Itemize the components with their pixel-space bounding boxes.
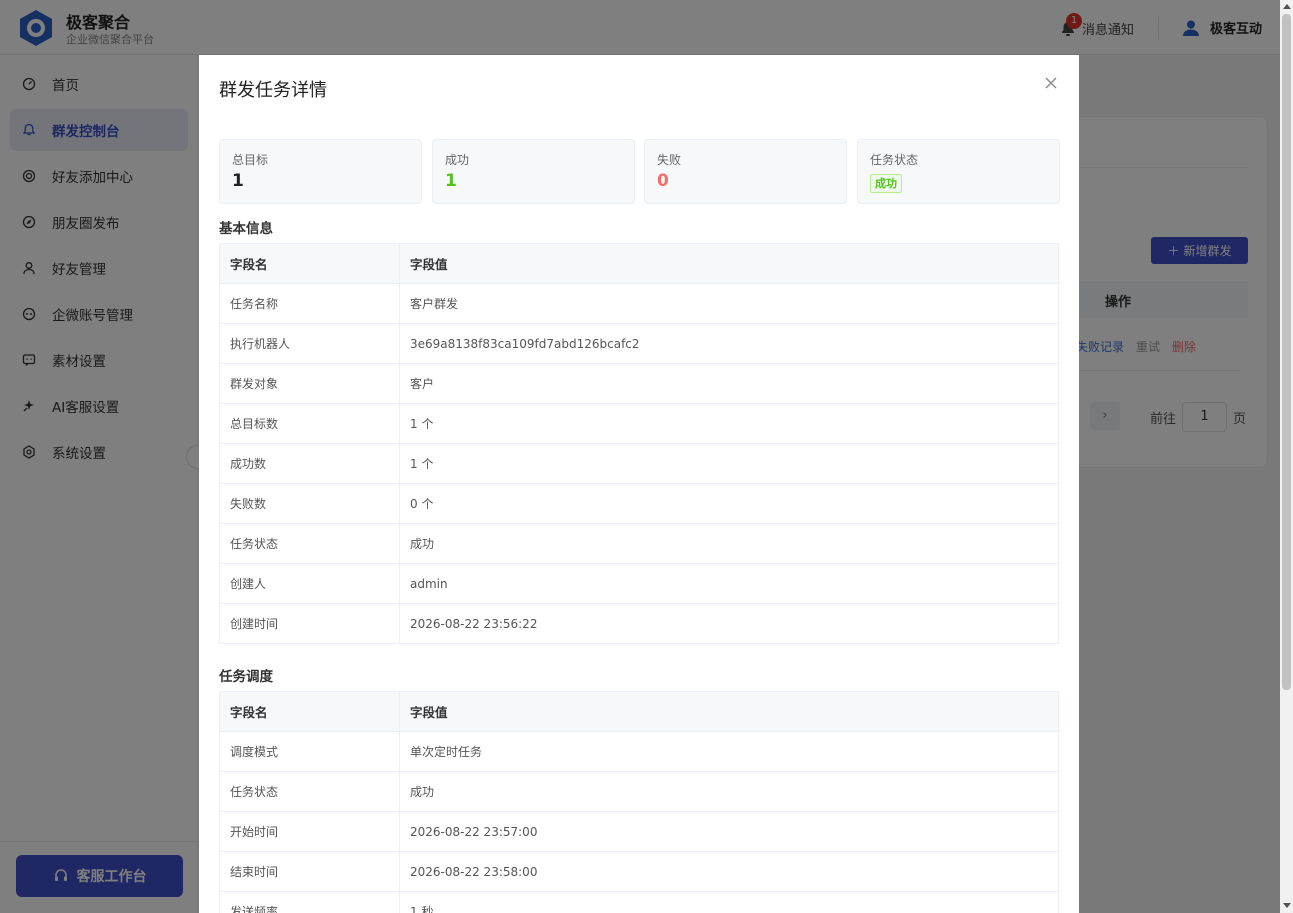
field-name-cell: 任务状态: [219, 523, 400, 564]
field-name-cell: 创建时间: [219, 603, 400, 644]
stat-label: 总目标: [232, 153, 269, 167]
field-value-cell: 1 秒: [399, 891, 1059, 913]
field-name-cell: 成功数: [219, 443, 400, 484]
table-header-row: 字段名 字段值: [219, 691, 1059, 732]
field-value-cell: admin: [399, 563, 1059, 604]
table-header-row: 字段名 字段值: [219, 243, 1059, 284]
scroll-down-icon[interactable]: [1283, 903, 1291, 908]
schedule-table: 字段名 字段值 调度模式 单次定时任务 任务状态 成功 开始时间 2026-08-22 2…: [219, 691, 1059, 913]
field-value-cell: 1 个: [399, 443, 1059, 484]
stat-value: 0: [657, 171, 669, 191]
table-row: 创建时间 2026-08-22 23:56:22: [219, 603, 1059, 644]
stat-label: 任务状态: [870, 153, 919, 167]
table-row: 创建人 admin: [219, 563, 1059, 604]
table-row: 成功数 1 个: [219, 443, 1059, 484]
scroll-thumb[interactable]: [1282, 14, 1291, 690]
field-value-cell: 客户群发: [399, 283, 1059, 324]
schedule-title: 任务调度: [219, 669, 273, 685]
field-value-header: 字段值: [399, 691, 1059, 732]
scroll-up-icon[interactable]: [1283, 4, 1291, 9]
stat-failed: 失败 0: [644, 139, 847, 204]
table-row: 任务状态 成功: [219, 523, 1059, 564]
field-value-cell: 2026-08-22 23:58:00: [399, 851, 1059, 892]
table-row: 总目标数 1 个: [219, 403, 1059, 444]
table-row: 群发对象 客户: [219, 363, 1059, 404]
stat-label: 失败: [657, 153, 682, 167]
stat-value: 1: [232, 171, 244, 191]
field-value-header: 字段值: [399, 243, 1059, 284]
field-name-header: 字段名: [219, 243, 400, 284]
field-name-cell: 创建人: [219, 563, 400, 604]
dialog-title: 群发任务详情: [219, 80, 327, 101]
field-value-cell: 客户: [399, 363, 1059, 404]
field-name-cell: 执行机器人: [219, 323, 400, 364]
field-value-cell: 1 个: [399, 403, 1059, 444]
table-row: 失败数 0 个: [219, 483, 1059, 524]
field-name-cell: 结束时间: [219, 851, 400, 892]
field-value-cell: 成功: [399, 771, 1059, 812]
task-detail-dialog: 群发任务详情 总目标 1 成功 1 失败 0 任务状态 成功 基本信息 字段名 …: [199, 55, 1079, 913]
field-value-cell: 成功: [399, 523, 1059, 564]
page-scrollbar[interactable]: [1280, 0, 1293, 913]
field-value-cell: 3e69a8138f83ca109fd7abd126bcafc2: [399, 323, 1059, 364]
table-row: 执行机器人 3e69a8138f83ca109fd7abd126bcafc2: [219, 323, 1059, 364]
close-icon[interactable]: [1043, 75, 1059, 91]
field-name-cell: 开始时间: [219, 811, 400, 852]
table-row: 调度模式 单次定时任务: [219, 731, 1059, 772]
stat-label: 成功: [445, 153, 470, 167]
field-name-cell: 群发对象: [219, 363, 400, 404]
stat-total: 总目标 1: [219, 139, 422, 204]
field-name-header: 字段名: [219, 691, 400, 732]
table-row: 结束时间 2026-08-22 23:58:00: [219, 851, 1059, 892]
field-name-cell: 任务状态: [219, 771, 400, 812]
field-value-cell: 2026-08-22 23:57:00: [399, 811, 1059, 852]
basic-info-title: 基本信息: [219, 221, 273, 237]
stat-value: 1: [445, 171, 457, 191]
field-value-cell: 0 个: [399, 483, 1059, 524]
table-row: 任务名称 客户群发: [219, 283, 1059, 324]
basic-info-table: 字段名 字段值 任务名称 客户群发 执行机器人 3e69a8138f83ca109fd…: [219, 243, 1059, 644]
table-row: 发送频率 1 秒: [219, 891, 1059, 913]
field-name-cell: 任务名称: [219, 283, 400, 324]
field-value-cell: 2026-08-22 23:56:22: [399, 603, 1059, 644]
field-name-cell: 发送频率: [219, 891, 400, 913]
stat-task-status: 任务状态 成功: [857, 139, 1060, 204]
table-row: 开始时间 2026-08-22 23:57:00: [219, 811, 1059, 852]
stat-success: 成功 1: [432, 139, 635, 204]
status-badge: 成功: [870, 174, 902, 193]
field-value-cell: 单次定时任务: [399, 731, 1059, 772]
field-name-cell: 失败数: [219, 483, 400, 524]
field-name-cell: 总目标数: [219, 403, 400, 444]
table-row: 任务状态 成功: [219, 771, 1059, 812]
field-name-cell: 调度模式: [219, 731, 400, 772]
